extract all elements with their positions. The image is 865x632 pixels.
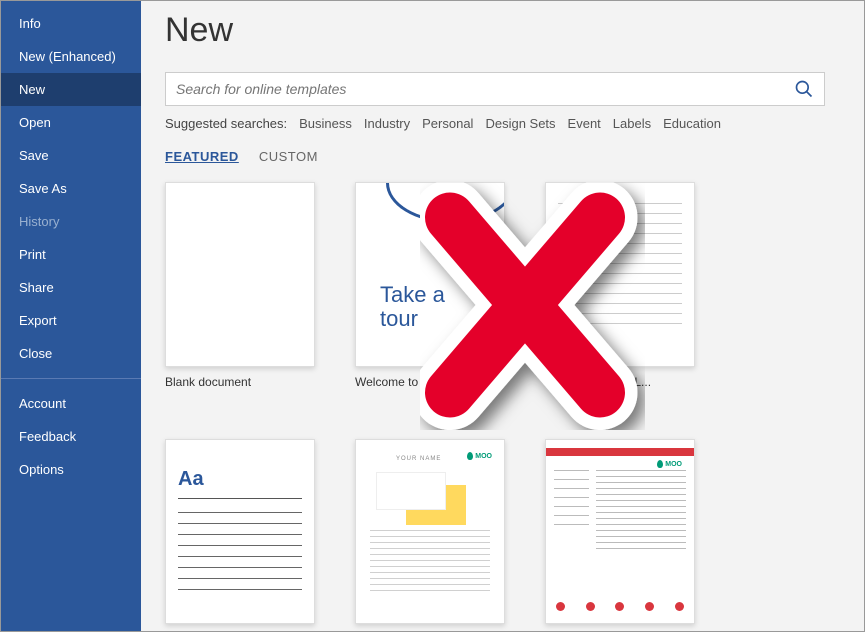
template-search[interactable] (165, 72, 825, 106)
moo-logo-icon: MOO (657, 460, 682, 468)
arrow-right-icon: ➔ (460, 322, 488, 350)
search-input[interactable] (166, 75, 784, 103)
tab-custom[interactable]: CUSTOM (259, 149, 318, 164)
suggested-labels[interactable]: Labels (613, 116, 651, 131)
search-icon (794, 79, 814, 99)
sidebar-item-print[interactable]: Print (1, 238, 141, 271)
suggested-event[interactable]: Event (568, 116, 601, 131)
sidebar-item-account[interactable]: Account (1, 387, 141, 420)
template-caption: Business Add-in L... (545, 375, 695, 389)
suggested-label: Suggested searches: (165, 116, 287, 131)
sidebar-item-export[interactable]: Export (1, 304, 141, 337)
sidebar-item-feedback[interactable]: Feedback (1, 420, 141, 453)
sidebar-item-history: History (1, 205, 141, 238)
backstage-sidebar: Info New (Enhanced) New Open Save Save A… (1, 1, 141, 631)
sidebar-item-info[interactable]: Info (1, 7, 141, 40)
moo-logo-icon: MOO (467, 452, 492, 460)
template-welcome-to-word[interactable]: Take atour ➔ Welcome to Word (355, 182, 505, 389)
template-grid: Blank document Take atour ➔ Welcome to W… (165, 182, 864, 631)
suggested-design-sets[interactable]: Design Sets (485, 116, 555, 131)
template-caption: Blank document (165, 375, 315, 389)
suggested-education[interactable]: Education (663, 116, 721, 131)
template-caption: Welcome to Word (355, 375, 505, 389)
suggested-searches: Suggested searches: Business Industry Pe… (165, 116, 864, 131)
page-title: New (165, 11, 864, 50)
template-single-spaced[interactable]: Aa Single spaced (b... (165, 439, 315, 631)
sidebar-item-options[interactable]: Options (1, 453, 141, 486)
template-tabs: FEATURED CUSTOM (165, 149, 864, 164)
sidebar-item-save[interactable]: Save (1, 139, 141, 172)
sidebar-item-save-as[interactable]: Save As (1, 172, 141, 205)
suggested-business[interactable]: Business (299, 116, 352, 131)
template-polished-resume[interactable]: MOO Polished resume,... (545, 439, 695, 631)
sidebar-item-open[interactable]: Open (1, 106, 141, 139)
sidebar-divider (1, 378, 141, 379)
search-button[interactable] (784, 72, 824, 106)
template-blank-document[interactable]: Blank document (165, 182, 315, 389)
suggested-industry[interactable]: Industry (364, 116, 410, 131)
sidebar-item-close[interactable]: Close (1, 337, 141, 370)
sidebar-item-share[interactable]: Share (1, 271, 141, 304)
template-business-addin[interactable]: Business Add-in L... (545, 182, 695, 389)
sidebar-item-new-enhanced[interactable]: New (Enhanced) (1, 40, 141, 73)
suggested-personal[interactable]: Personal (422, 116, 473, 131)
main-panel: New Suggested searches: Business Industr… (141, 1, 864, 631)
template-crisp-clean[interactable]: YOUR NAME MOO Crisp and clean c... (355, 439, 505, 631)
tab-featured[interactable]: FEATURED (165, 149, 239, 164)
sidebar-item-new[interactable]: New (1, 73, 141, 106)
